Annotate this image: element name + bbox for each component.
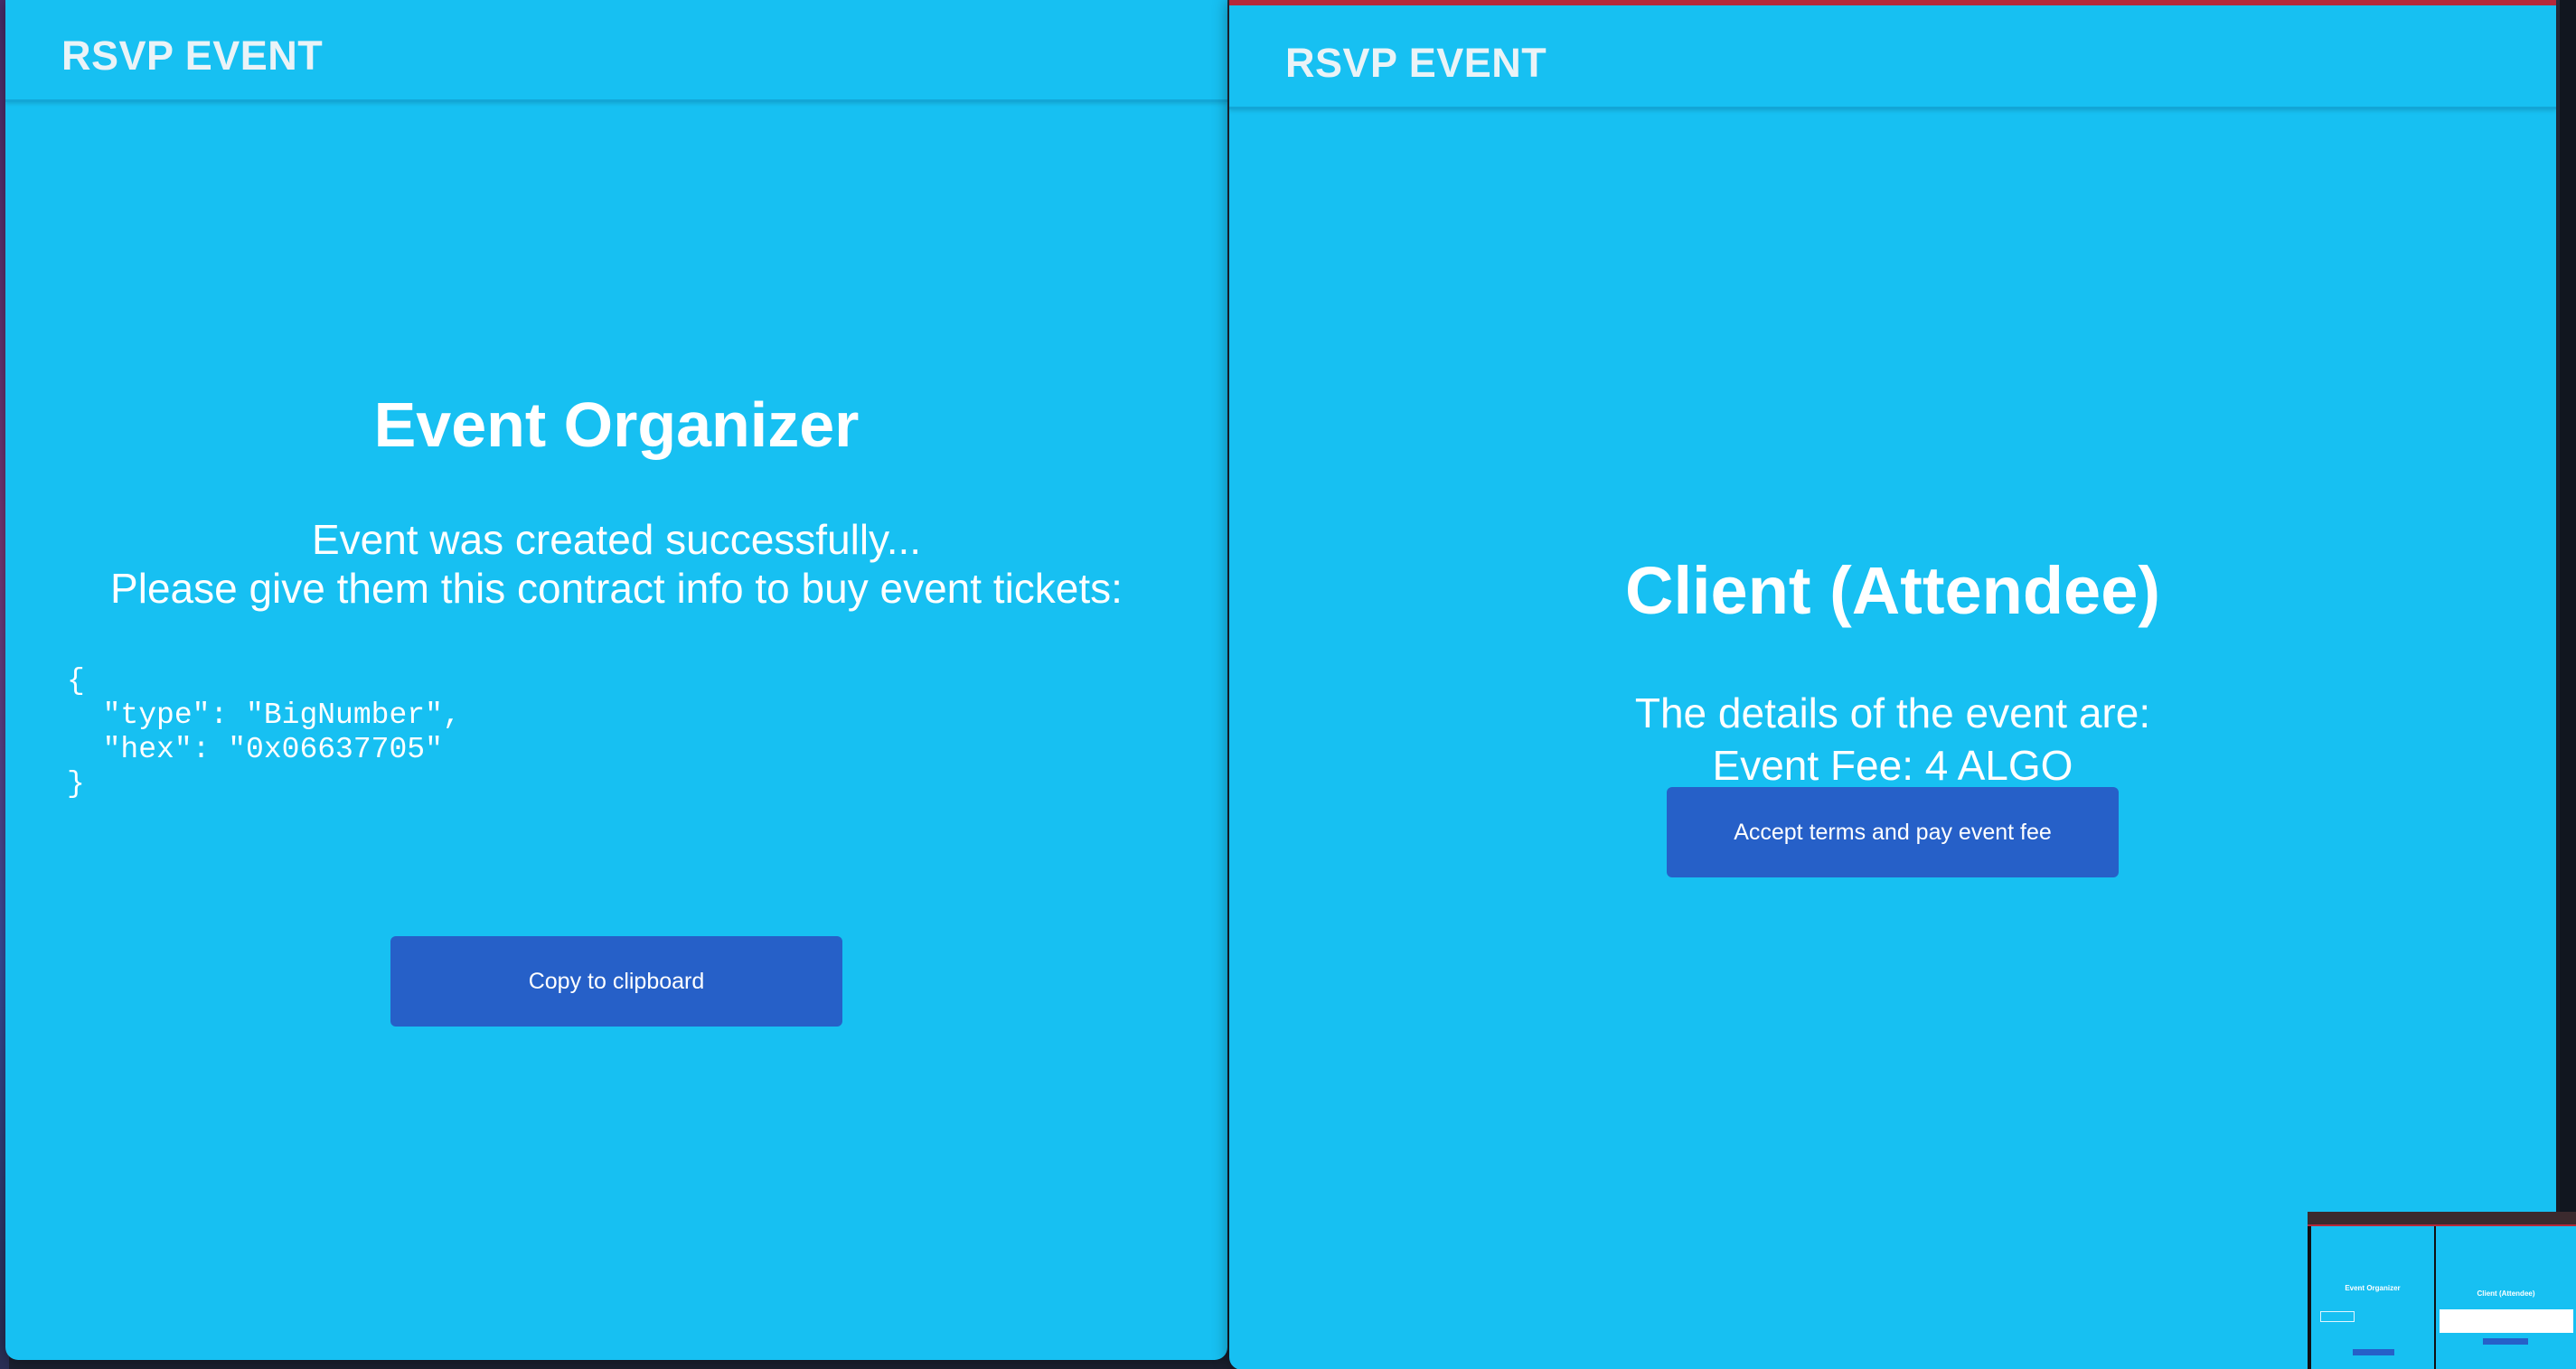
thumbnail-organizer-title: Event Organizer [2345,1284,2401,1292]
thumbnail-details-box [2440,1309,2573,1333]
thumbnail-accept-button [2483,1338,2528,1345]
instruction-message: Please give them this contract info to b… [110,565,1123,612]
app-header: RSVP EVENT [5,0,1227,102]
page-title: Event Organizer [373,389,860,460]
copy-to-clipboard-button[interactable]: Copy to clipboard [390,936,842,1027]
event-details-label: The details of the event are: [1634,689,2151,736]
page-title: Client (Attendee) [1625,553,2160,628]
attendee-window: RSVP EVENT Client (Attendee) The details… [1229,0,2556,1369]
thumbnail-code-block [2320,1311,2355,1322]
thumbnail-toolbar [2308,1212,2576,1226]
organizer-window: RSVP EVENT Event Organizer Event was cre… [5,0,1227,1360]
app-header: RSVP EVENT [1229,5,2556,109]
contract-info: { "type": "BigNumber", "hex": "0x0663770… [67,664,461,801]
thumbnail-organizer-pane: Event Organizer [2311,1226,2434,1369]
desktop-edge [2560,0,2576,1369]
desktop: RSVP EVENT Event Organizer Event was cre… [0,0,2576,1369]
event-fee: Event Fee: 4 ALGO [1712,742,2073,789]
brand-title[interactable]: RSVP EVENT [1285,40,1547,87]
thumbnail-copy-button [2353,1349,2394,1355]
success-message: Event was created successfully... [311,516,922,563]
screenshot-thumbnail[interactable]: Event Organizer Client (Attendee) [2308,1212,2576,1369]
thumbnail-attendee-title: Client (Attendee) [2477,1289,2535,1298]
accept-and-pay-button[interactable]: Accept terms and pay event fee [1667,787,2119,877]
brand-title[interactable]: RSVP EVENT [61,33,323,80]
thumbnail-attendee-pane: Client (Attendee) [2436,1226,2576,1369]
